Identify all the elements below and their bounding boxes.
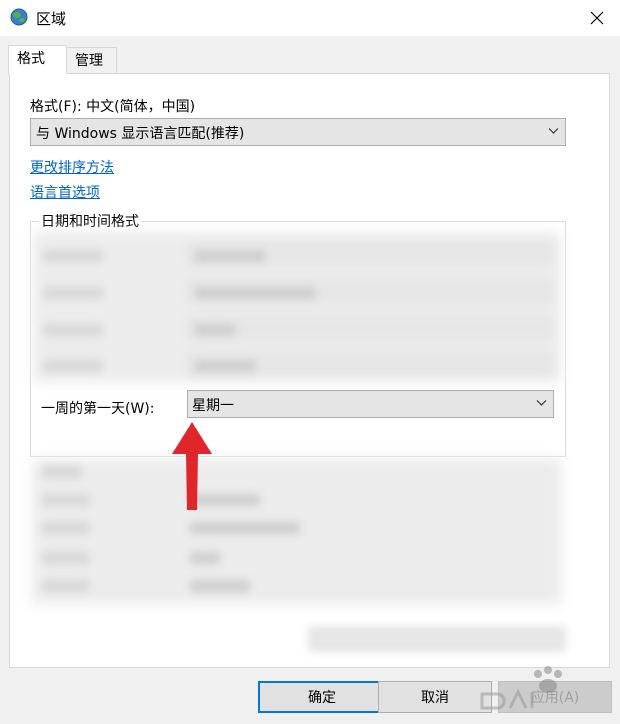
language-preferences-link[interactable]: 语言首选项	[30, 182, 100, 202]
close-button[interactable]	[574, 0, 620, 36]
blurred-field-text	[195, 287, 315, 299]
blurred-field-text	[195, 324, 235, 336]
blurred-field-text	[190, 522, 300, 534]
ok-button[interactable]: 确定	[258, 681, 386, 713]
first-day-label: 一周的第一天(W):	[41, 401, 155, 417]
cancel-button-label: 取消	[421, 690, 449, 706]
tab-format[interactable]: 格式	[8, 45, 67, 74]
datetime-groupbox: 日期和时间格式 一周的第一天(W): 星期一	[30, 211, 566, 457]
tab-manage[interactable]: 管理	[66, 47, 117, 74]
globe-icon	[10, 8, 28, 26]
blurred-label	[42, 552, 90, 564]
first-day-dropdown[interactable]: 星期一	[187, 390, 554, 418]
close-icon	[590, 11, 604, 25]
blurred-field-text	[195, 250, 265, 262]
tab-manage-label: 管理	[75, 53, 103, 69]
window-title: 区域	[36, 10, 67, 28]
red-arrow-icon	[172, 422, 212, 510]
format-panel: 格式(F): 中文(简体，中国) 与 Windows 显示语言匹配(推荐) 更改…	[9, 73, 610, 668]
blurred-label	[42, 522, 90, 534]
first-day-value: 星期一	[192, 398, 234, 414]
blurred-label	[43, 287, 103, 299]
blurred-label	[43, 324, 103, 336]
ok-button-label: 确定	[308, 690, 336, 706]
blurred-label	[42, 580, 90, 592]
blurred-field-text	[190, 580, 250, 592]
format-label: 格式(F): 中文(简体，中国)	[30, 99, 196, 115]
region-dialog: 区域 格式 管理 格式(F): 中文(简体，中国) 与 Windows 显示语言…	[0, 0, 620, 724]
tab-format-label: 格式	[17, 51, 45, 67]
blurred-field	[187, 316, 552, 340]
format-dropdown-value: 与 Windows 显示语言匹配(推荐)	[36, 126, 245, 142]
change-sort-link[interactable]: 更改排序方法	[30, 157, 114, 177]
blurred-label	[43, 360, 103, 372]
blurred-label	[43, 250, 103, 262]
title-bar: 区域	[0, 0, 620, 36]
blurred-field-text	[195, 360, 255, 372]
blurred-label	[42, 466, 82, 478]
cancel-button[interactable]: 取消	[378, 681, 492, 713]
datetime-group-title: 日期和时间格式	[39, 211, 141, 231]
chevron-down-icon	[536, 400, 547, 406]
blurred-label	[42, 494, 90, 506]
blurred-additional-settings-button	[308, 626, 566, 652]
chevron-down-icon	[548, 128, 559, 134]
blurred-field-text	[190, 552, 220, 564]
watermark-logo	[480, 666, 562, 710]
format-dropdown[interactable]: 与 Windows 显示语言匹配(推荐)	[30, 118, 566, 146]
